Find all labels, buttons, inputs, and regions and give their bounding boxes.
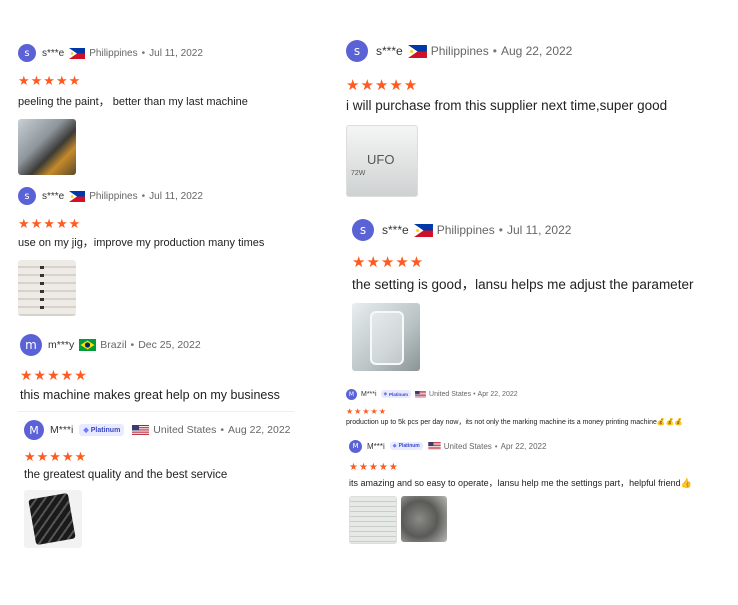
review-photo[interactable] [24, 490, 82, 548]
review-date: Apr 22, 2022 [477, 390, 518, 398]
platinum-badge: ◆ Platinum [79, 424, 125, 436]
reviewer-name: s***e [42, 190, 65, 202]
reviewer-country: United States [429, 390, 472, 398]
platinum-badge: ◆ Platinum [389, 442, 423, 450]
united-states-flag-icon [415, 390, 426, 398]
review-text: the setting is good，lansu helps me adjus… [352, 277, 694, 292]
philippines-flag-icon [69, 190, 86, 202]
review-date: Aug 22, 2022 [228, 424, 291, 436]
review-date: Apr 22, 2022 [500, 441, 547, 451]
avatar: M [346, 388, 357, 400]
divider [18, 411, 294, 412]
star-rating: ★★★★★ [349, 462, 399, 473]
avatar: s [346, 40, 368, 62]
avatar: m [20, 334, 42, 356]
avatar: s [18, 187, 36, 205]
review-card: M M***i ◆ Platinum United States • Aug 22,… [24, 420, 291, 548]
star-rating: ★★★★★ [346, 76, 419, 94]
platinum-badge: ◆ Platinum [380, 390, 412, 398]
review-photo[interactable] [349, 496, 397, 544]
star-rating: ★★★★★ [18, 74, 82, 89]
philippines-flag-icon [407, 44, 427, 58]
star-rating: ★★★★★ [24, 450, 88, 465]
review-card: m m***y Brazil • Dec 25, 2022 ★★★★★ this … [20, 334, 280, 402]
review-photo[interactable] [401, 496, 447, 542]
review-card: s s***e Philippines • Jul 11, 2022 ★★★★★ … [18, 44, 248, 175]
photo-caption: UFO [367, 152, 395, 167]
philippines-flag-icon [413, 223, 433, 237]
review-date: Jul 11, 2022 [506, 223, 572, 237]
review-photo[interactable] [18, 119, 76, 175]
diamond-icon: ◆ [83, 427, 89, 434]
united-states-flag-icon [428, 442, 441, 450]
reviewer-name: m***y [48, 339, 75, 351]
reviewer-name: M***i [361, 390, 377, 398]
diamond-icon: ◆ [392, 443, 397, 449]
review-card: s s***e Philippines • Jul 11, 2022 ★★★★★ … [352, 219, 693, 371]
review-photo[interactable]: UFO 72W [346, 125, 418, 197]
review-date: Jul 11, 2022 [149, 47, 203, 59]
star-rating: ★★★★★ [20, 368, 88, 384]
review-text: production up to 5k pcs per day now，its … [346, 419, 684, 426]
brazil-flag-icon [79, 339, 97, 351]
photo-subcaption: 72W [351, 170, 366, 177]
reviewer-name: s***e [42, 47, 65, 59]
reviewer-country: United States [153, 424, 217, 436]
avatar: M [24, 420, 44, 440]
reviewer-country: Brazil [100, 339, 127, 351]
avatar: s [18, 44, 36, 62]
review-date: Aug 22, 2022 [500, 44, 573, 58]
reviewer-country: Philippines [436, 223, 495, 237]
review-card: s s***e Philippines • Aug 22, 2022 ★★★★★ … [346, 40, 667, 197]
reviewer-name: M***i [367, 441, 385, 451]
reviewer-country: Philippines [430, 44, 489, 58]
reviewer-name: M***i [50, 424, 74, 436]
avatar: s [352, 219, 374, 241]
review-date: Dec 25, 2022 [138, 339, 201, 351]
reviewer-name: s***e [382, 223, 409, 237]
reviewer-country: Philippines [89, 47, 138, 59]
avatar: M [349, 439, 362, 453]
review-date: Jul 11, 2022 [149, 190, 203, 202]
review-card: s s***e Philippines • Jul 11, 2022 ★★★★★ … [18, 187, 264, 316]
star-rating: ★★★★★ [18, 217, 82, 232]
review-text: the greatest quality and the best servic… [24, 469, 228, 481]
star-rating: ★★★★★ [346, 407, 387, 416]
reviewer-country: Philippines [89, 190, 138, 202]
review-photo[interactable] [18, 260, 76, 316]
star-rating: ★★★★★ [352, 253, 425, 271]
review-card: M M***i ◆ Platinum United States • Apr 22,… [346, 388, 684, 426]
review-text: i will purchase from this supplier next … [346, 98, 668, 113]
reviewer-name: s***e [376, 44, 403, 58]
philippines-flag-icon [69, 47, 86, 59]
diamond-icon: ◆ [383, 391, 388, 396]
review-text: peeling the paint， better than my last m… [18, 96, 248, 108]
united-states-flag-icon [132, 424, 150, 436]
review-photo[interactable] [352, 303, 420, 371]
review-text: this machine makes great help on my busi… [20, 388, 280, 402]
review-text: use on my jig，improve my production many… [18, 237, 265, 249]
reviewer-country: United States [443, 441, 492, 451]
review-text: its amazing and so easy to operate，lansu… [349, 478, 692, 488]
review-card: M M***i ◆ Platinum United States • Apr 22,… [349, 439, 692, 544]
